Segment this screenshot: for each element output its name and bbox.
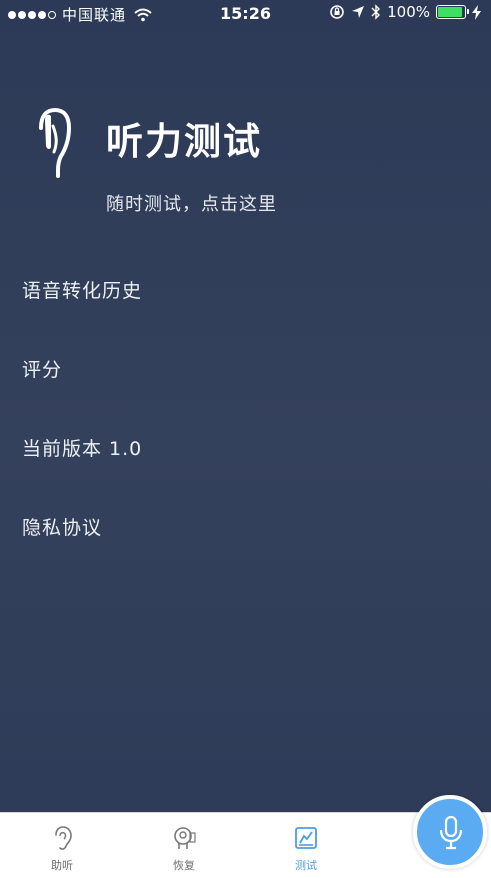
earphone-icon[interactable] <box>32 106 78 178</box>
battery-icon <box>436 5 469 19</box>
charging-bolt-icon <box>472 4 481 20</box>
status-right: 100% <box>329 3 481 21</box>
menu-item-rating[interactable]: 评分 <box>22 355 62 382</box>
tab-label-hearing-aid: 助听 <box>51 859 73 872</box>
page-title[interactable]: 听力测试 <box>106 111 262 165</box>
menu-item-version[interactable]: 当前版本 1.0 <box>22 434 142 461</box>
status-bar: 中国联通 15:26 100% <box>0 0 491 28</box>
tab-restore[interactable]: 恢复 <box>154 813 214 878</box>
ear-icon <box>55 826 72 850</box>
rotation-lock-icon <box>330 5 344 19</box>
tab-hearing-aid[interactable]: 助听 <box>32 813 92 878</box>
test-subtitle-link[interactable]: 随时测试，点击这里 <box>106 190 277 216</box>
menu-item-speech-history[interactable]: 语音转化历史 <box>22 276 142 303</box>
bluetooth-icon <box>371 4 381 20</box>
tab-label-test: 测试 <box>295 859 317 872</box>
tab-label-restore: 恢复 <box>173 859 195 872</box>
head-restore-icon <box>174 827 196 849</box>
screen: 中国联通 15:26 100% 听力测试 随时测试，点击这里 语音转化历史 评分… <box>0 0 491 878</box>
test-chart-icon <box>295 827 317 849</box>
microphone-icon <box>439 815 463 850</box>
location-arrow-icon <box>352 6 365 18</box>
tab-test[interactable]: 测试 <box>276 813 336 878</box>
microphone-button[interactable] <box>413 795 487 869</box>
battery-percent: 100% <box>387 3 430 21</box>
menu-item-privacy[interactable]: 隐私协议 <box>22 513 102 540</box>
